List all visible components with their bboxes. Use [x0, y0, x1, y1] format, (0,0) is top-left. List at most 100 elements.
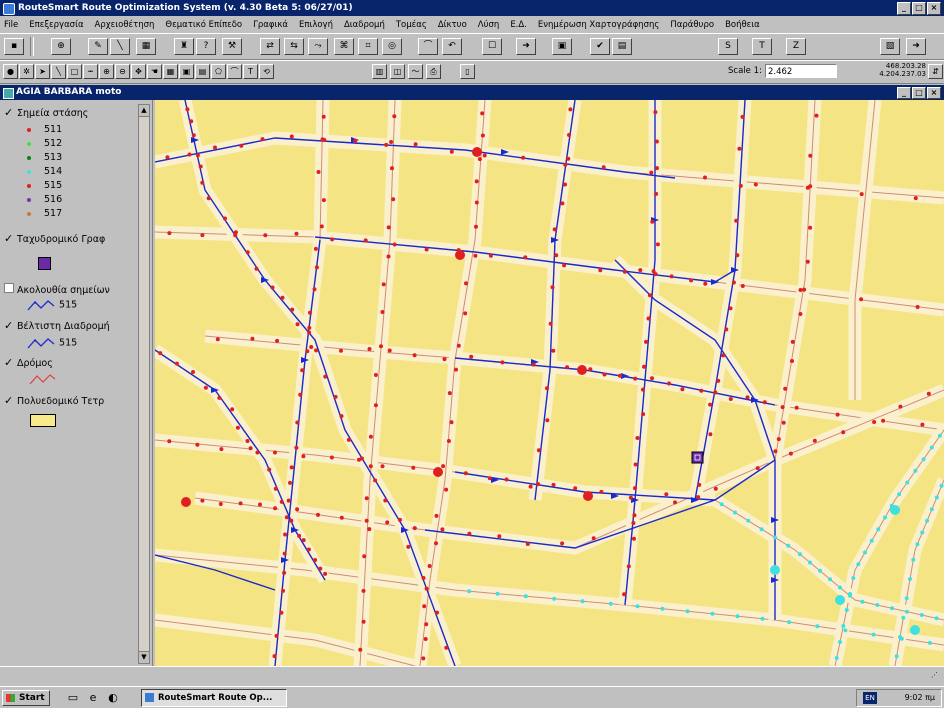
menu-theme-layer[interactable]: Θεματικό Επίπεδο: [165, 20, 242, 30]
menu-archive[interactable]: Αρχειοθέτηση: [95, 20, 155, 30]
legend-scrollbar[interactable]: ▲ ▼: [138, 104, 150, 664]
page-icon[interactable]: ▯: [460, 64, 475, 79]
network-icon[interactable]: ⌘: [334, 38, 354, 55]
minimize-button[interactable]: _: [897, 2, 911, 15]
zoom-in-icon[interactable]: ⊕: [99, 64, 114, 79]
pointer-icon[interactable]: ➤: [35, 64, 50, 79]
check-icon[interactable]: ✓: [4, 233, 14, 244]
s-button[interactable]: S: [718, 38, 738, 55]
task-routesmart[interactable]: RouteSmart Route Op...: [141, 689, 287, 707]
hand-icon[interactable]: ☚: [147, 64, 162, 79]
check-icon[interactable]: ✓: [4, 107, 14, 118]
info-icon[interactable]: ?: [196, 38, 216, 55]
legend-group-post-office[interactable]: ✓ Ταχυδρομικό Γραφ: [4, 233, 105, 245]
desktop-icon[interactable]: ▭: [66, 691, 80, 705]
legend-group-roads[interactable]: ✓ Δρόμος: [4, 357, 53, 369]
stop-marker: [488, 253, 493, 258]
binoculars-icon[interactable]: ♜: [174, 38, 194, 55]
stop-marker: [373, 373, 378, 377]
stop-marker: [860, 599, 865, 604]
doc-minimize-button[interactable]: _: [897, 87, 911, 99]
start-button[interactable]: Start: [2, 690, 50, 706]
edit-icon[interactable]: ✎: [88, 38, 108, 55]
rotate-icon[interactable]: ⟲: [259, 64, 274, 79]
menu-select[interactable]: Επιλογή: [299, 20, 333, 30]
check-icon[interactable]: ✓: [4, 395, 14, 406]
grid-icon[interactable]: ▦: [136, 38, 156, 55]
menu-sector[interactable]: Τομέας: [396, 20, 427, 30]
menu-solution[interactable]: Λύση: [478, 20, 500, 30]
taskbar: Start ▭ e ◐ RouteSmart Route Op... EN 9:…: [0, 686, 944, 708]
menu-window[interactable]: Παράθυρο: [670, 20, 714, 30]
language-indicator[interactable]: EN: [863, 692, 877, 704]
pin-icon[interactable]: ⇵: [928, 64, 943, 79]
window-icon[interactable]: ☐: [482, 38, 502, 55]
path-icon[interactable]: ⌒: [418, 38, 438, 55]
line-tool-icon[interactable]: ╲: [110, 38, 130, 55]
check-icon[interactable]: ✓: [4, 320, 14, 331]
menu-route[interactable]: Διαδρομή: [344, 20, 385, 30]
menu-ed[interactable]: Ε.Δ.: [510, 20, 527, 30]
z-button[interactable]: Z: [786, 38, 806, 55]
route-add-icon[interactable]: ⇆: [284, 38, 304, 55]
check-icon[interactable]: ✓: [4, 357, 14, 368]
table-icon[interactable]: ▤: [612, 38, 632, 55]
browser-icon[interactable]: e: [86, 691, 100, 705]
turn-icon[interactable]: ↶: [442, 38, 462, 55]
stop-marker: [200, 180, 205, 185]
street-map[interactable]: [155, 100, 944, 666]
menu-graphics[interactable]: Γραφικά: [253, 20, 288, 30]
target-icon[interactable]: ◎: [382, 38, 402, 55]
route-link-icon[interactable]: ⤳: [308, 38, 328, 55]
split-view-icon[interactable]: ◫: [390, 64, 405, 79]
grid-toggle-icon[interactable]: ▦: [163, 64, 178, 79]
save-icon[interactable]: ▪: [4, 38, 24, 55]
print-icon[interactable]: ⎙: [426, 64, 441, 79]
arrow-right-icon[interactable]: ➜: [516, 38, 536, 55]
polygon-icon[interactable]: ⬠: [211, 64, 226, 79]
pan-icon[interactable]: ✥: [131, 64, 146, 79]
scale-input[interactable]: 2.462: [765, 64, 837, 78]
menu-network[interactable]: Δίκτυο: [438, 20, 467, 30]
gear-icon[interactable]: ✲: [19, 64, 34, 79]
checkbox-unchecked-icon[interactable]: [4, 283, 14, 293]
wrench-icon[interactable]: ⚒: [222, 38, 242, 55]
graph-icon[interactable]: 〜: [408, 64, 423, 79]
legend-group-optimal-route[interactable]: ✓ Βέλτιστη Διαδρομή: [4, 320, 110, 332]
maximize-button[interactable]: □: [912, 2, 926, 15]
text-tool-icon[interactable]: T: [243, 64, 258, 79]
add-icon[interactable]: ⊕: [51, 38, 71, 55]
select-area-icon[interactable]: ▣: [179, 64, 194, 79]
check-icon[interactable]: ✔: [590, 38, 610, 55]
line-select-icon[interactable]: ╲: [51, 64, 66, 79]
channels-icon[interactable]: ◐: [106, 691, 120, 705]
rect-select-icon[interactable]: □: [67, 64, 82, 79]
menu-edit[interactable]: Επεξεργασία: [29, 20, 83, 30]
scroll-up-icon[interactable]: ▲: [139, 105, 149, 117]
measure-icon[interactable]: ┅: [83, 64, 98, 79]
legend-group-stops[interactable]: ✓ Σημεία στάσης: [4, 107, 88, 119]
close-button[interactable]: ×: [927, 2, 941, 15]
t-button[interactable]: T: [752, 38, 772, 55]
doc-close-button[interactable]: ×: [927, 87, 941, 99]
grid-select-icon[interactable]: ⌗: [358, 38, 378, 55]
legend-group-sequence[interactable]: Ακολουθία σημείων: [4, 283, 110, 296]
map-canvas[interactable]: [155, 100, 944, 666]
menu-file[interactable]: File: [4, 20, 18, 30]
menu-help[interactable]: Βοήθεια: [725, 20, 760, 30]
layers-icon[interactable]: ▧: [880, 38, 900, 55]
legend-group-blocks[interactable]: ✓ Πολυεδομικό Τετρ: [4, 395, 104, 407]
resize-grip-icon[interactable]: ⋰: [931, 671, 942, 682]
layout-icon[interactable]: ▣: [552, 38, 572, 55]
doc-maximize-button[interactable]: □: [912, 87, 926, 99]
stop-marker: [626, 564, 631, 569]
next-icon[interactable]: ➜: [906, 38, 926, 55]
scroll-down-icon[interactable]: ▼: [139, 651, 149, 663]
route-edit-icon[interactable]: ⇄: [260, 38, 280, 55]
info-circle-icon[interactable]: ●: [3, 64, 18, 79]
label-icon[interactable]: ▤: [195, 64, 210, 79]
arc-icon[interactable]: ⌒: [227, 64, 242, 79]
menu-map-update[interactable]: Ενημέρωση Χαρτογράφησης: [538, 20, 659, 30]
zoom-out-icon[interactable]: ⊖: [115, 64, 130, 79]
layout-view-icon[interactable]: ▥: [372, 64, 387, 79]
